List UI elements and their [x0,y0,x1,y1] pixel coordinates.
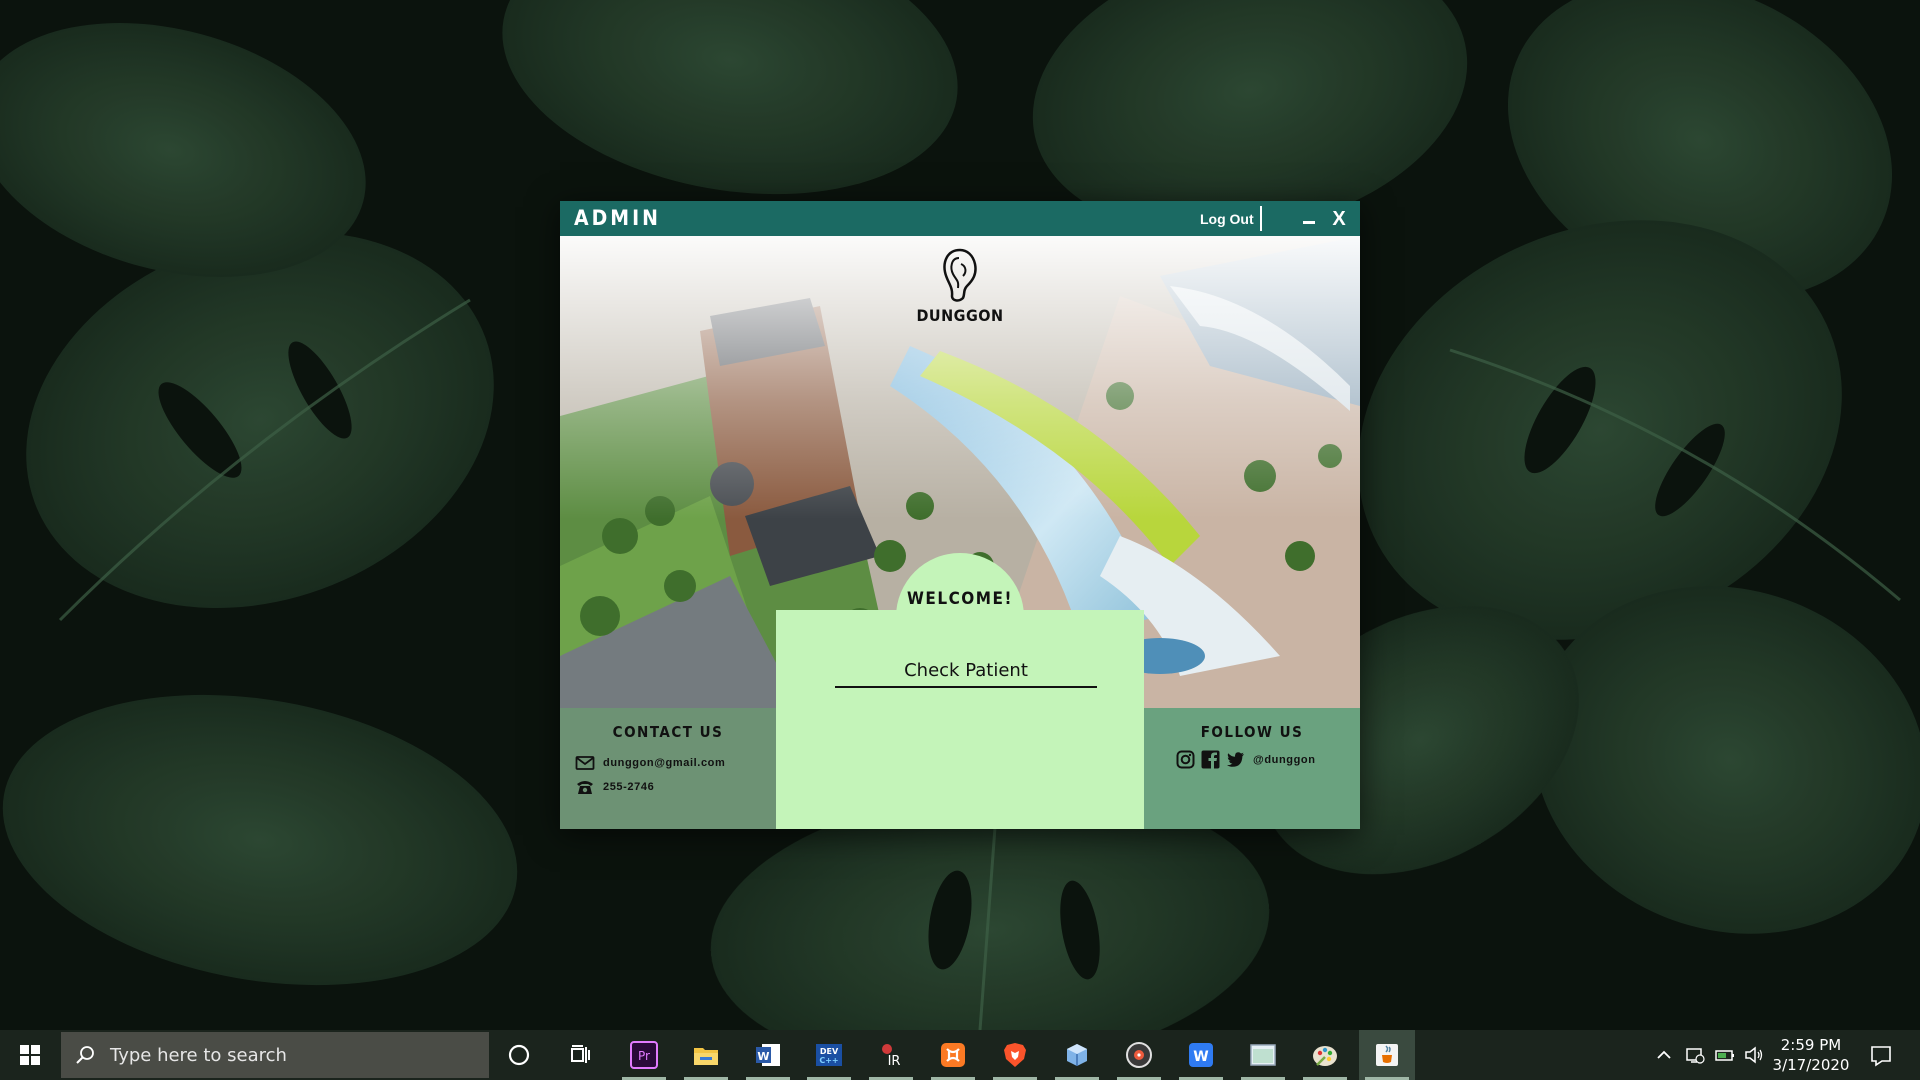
virtualbox-icon [1067,1044,1087,1066]
ear-logo-icon [943,248,977,302]
network-icon [1686,1048,1705,1064]
action-center-button[interactable] [1868,1042,1894,1068]
svg-text:C++: C++ [819,1056,838,1065]
dev-cpp-button[interactable]: DEV C++ [801,1030,857,1080]
premiere-pro-button[interactable]: Pr [616,1030,672,1080]
preview-window-icon [1250,1044,1276,1066]
window-titlebar[interactable]: ADMIN Log Out X [560,201,1360,236]
battery-icon [1715,1050,1734,1061]
contact-email-row: dunggon@gmail.com [575,754,725,772]
check-patient-button[interactable]: Check Patient [835,656,1097,688]
java-icon [1376,1044,1398,1066]
contact-panel: CONTACT US dunggon@gmail.com 255-2746 [560,708,776,829]
paint-icon [1313,1046,1337,1066]
file-explorer-button[interactable] [678,1030,734,1080]
contact-heading: CONTACT US [612,723,724,741]
chevron-up-icon [1657,1050,1671,1059]
task-view-icon [571,1045,590,1063]
follow-heading: FOLLOW US [1200,723,1304,741]
envelope-icon [575,756,595,770]
minimize-icon [1303,221,1315,224]
ir-app-button[interactable]: IR [863,1030,919,1080]
task-view-button[interactable] [552,1030,608,1080]
social-handle: @dunggon [1253,753,1316,766]
music-player-button[interactable] [1111,1030,1167,1080]
twitter-icon[interactable] [1226,750,1245,769]
welcome-title: WELCOME! [907,589,1013,609]
svg-text:W: W [757,1050,769,1063]
premiere-pro-icon: Pr [630,1041,658,1069]
windows-logo-icon [20,1045,40,1065]
music-disc-icon [1126,1042,1152,1068]
titlebar-divider [1260,206,1262,231]
search-icon [76,1046,94,1064]
word-button[interactable]: W [740,1030,796,1080]
close-button[interactable]: X [1326,204,1352,234]
contact-phone-row: 255-2746 [575,778,654,796]
telephone-icon [577,781,593,794]
java-app-button[interactable] [1359,1030,1415,1080]
xampp-icon [941,1043,965,1067]
social-links: @dunggon [1176,750,1316,769]
dev-c-icon: DEV C++ [816,1044,842,1066]
cortana-button[interactable] [491,1030,547,1080]
contact-phone: 255-2746 [603,781,655,793]
app-ir-icon: IR [882,1044,901,1069]
svg-text:IR: IR [888,1054,901,1069]
windows-taskbar: Type here to search Pr W DEV C++ IR W 2:… [0,1030,1920,1080]
file-explorer-icon [694,1048,718,1065]
taskbar-search-box[interactable]: Type here to search [61,1032,489,1078]
preview-window-button[interactable] [1235,1030,1291,1080]
admin-window: ADMIN Log Out X DUNGGON CONTACT US dungg… [560,201,1360,829]
svg-text:Pr: Pr [638,1049,650,1063]
follow-panel: FOLLOW US @dunggon [1144,708,1360,829]
minimize-button[interactable] [1297,203,1321,233]
facebook-icon[interactable] [1201,750,1220,769]
cortana-icon [508,1044,530,1066]
paint-button[interactable] [1297,1030,1353,1080]
show-hidden-icons-button[interactable] [1653,1044,1675,1066]
clock-date: 3/17/2020 [1772,1056,1850,1074]
brave-button[interactable] [987,1030,1043,1080]
instagram-icon[interactable] [1176,750,1195,769]
svg-text:W: W [1193,1049,1208,1065]
wps-writer-button[interactable]: W [1173,1030,1229,1080]
brand-name: DUNGGON [916,306,1004,325]
wps-writer-icon: W [1189,1043,1213,1067]
clock-time: 2:59 PM [1780,1036,1842,1054]
svg-text:DEV: DEV [820,1047,839,1056]
search-placeholder: Type here to search [110,1045,287,1066]
dunggon-logo: DUNGGON [896,246,1024,325]
window-title: ADMIN [574,206,661,230]
start-button[interactable] [0,1030,60,1080]
speaker-icon [1745,1046,1763,1064]
volume-tray-button[interactable] [1743,1044,1765,1066]
taskbar-clock[interactable]: 2:59 PM 3/17/2020 [1765,1035,1857,1075]
battery-tray-button[interactable] [1714,1044,1736,1066]
network-tray-button[interactable] [1684,1044,1706,1066]
brave-icon [1004,1043,1026,1067]
virtualbox-button[interactable] [1049,1030,1105,1080]
contact-email: dunggon@gmail.com [603,757,726,769]
notification-icon [1871,1046,1891,1067]
word-icon: W [756,1044,780,1066]
xampp-button[interactable] [925,1030,981,1080]
logout-button[interactable]: Log Out [1200,211,1254,227]
